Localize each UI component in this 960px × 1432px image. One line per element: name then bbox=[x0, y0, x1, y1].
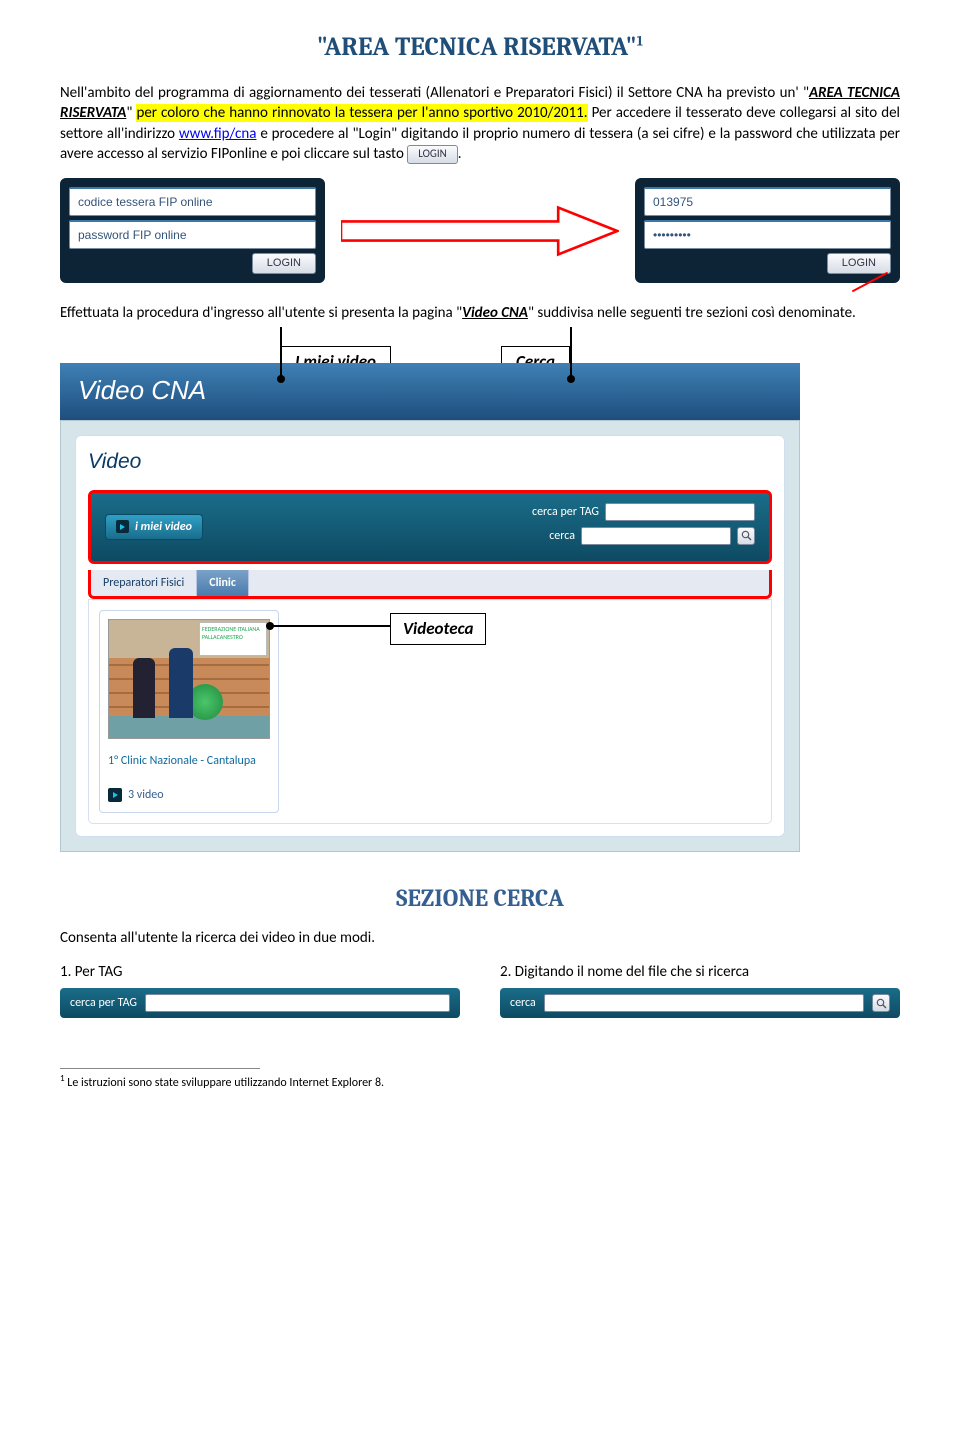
callout-line bbox=[270, 625, 390, 627]
tessera-input[interactable]: codice tessera FIP online bbox=[69, 187, 316, 216]
tessera-input-filled[interactable]: 013975 bbox=[644, 187, 891, 216]
login-examples-row: codice tessera FIP online password FIP o… bbox=[60, 178, 900, 283]
page-title: "AREA TECNICA RISERVATA"1 bbox=[60, 30, 900, 65]
fip-cna-link[interactable]: www.fip/cna bbox=[179, 125, 257, 143]
search-tag-label: cerca per TAG bbox=[532, 504, 599, 520]
cerca-label: cerca bbox=[510, 995, 536, 1011]
footnote-separator bbox=[60, 1068, 260, 1069]
footnote: 1 Le istruzioni sono state sviluppare ut… bbox=[60, 1073, 900, 1091]
intro-paragraph: Nell'ambito del programma di aggiornamen… bbox=[60, 83, 900, 164]
search-input[interactable] bbox=[581, 527, 731, 545]
thumbnail-image: FEDERAZIONE ITALIANA PALLACANESTRO bbox=[108, 619, 270, 739]
videocna-header: Video CNA bbox=[60, 363, 800, 420]
thumbnail-title: 1° Clinic Nazionale - Cantalupa bbox=[108, 753, 270, 769]
video-section-title: Video bbox=[88, 448, 772, 476]
video-toolbar: i miei video cerca per TAG cerca bbox=[88, 490, 772, 564]
tab-preparatori[interactable]: Preparatori Fisici bbox=[91, 570, 197, 596]
login-button[interactable]: LOGIN bbox=[827, 253, 891, 274]
my-videos-button[interactable]: i miei video bbox=[105, 514, 203, 540]
cerca-per-tag-bar: cerca per TAG bbox=[60, 988, 460, 1018]
callout-videoteca: Videoteca bbox=[390, 613, 486, 646]
search-icon[interactable] bbox=[737, 527, 755, 545]
video-count: 3 video bbox=[128, 787, 164, 803]
login-button-inline[interactable]: LOGIN bbox=[407, 145, 457, 164]
callout-line bbox=[280, 327, 282, 379]
cerca-tag-label: cerca per TAG bbox=[70, 995, 137, 1011]
password-input-filled[interactable]: ••••••••• bbox=[644, 220, 891, 249]
sezione-cerca-heading: SEZIONE CERCA bbox=[60, 882, 900, 914]
cerca-tag-input[interactable] bbox=[145, 994, 450, 1012]
callout-line bbox=[570, 327, 572, 379]
red-pointer-line bbox=[852, 272, 888, 293]
option-2: 2. Digitando il nome del file che si ric… bbox=[500, 962, 900, 982]
tab-clinic[interactable]: Clinic bbox=[197, 570, 249, 596]
search-icon[interactable] bbox=[872, 994, 890, 1012]
option-1: 1. Per TAG bbox=[60, 962, 460, 982]
sezione-intro: Consenta all'utente la ricerca dei video… bbox=[60, 928, 900, 948]
login-box-filled: 013975 ••••••••• LOGIN bbox=[635, 178, 900, 283]
play-icon bbox=[116, 520, 129, 533]
play-icon bbox=[108, 788, 122, 802]
paragraph-2: Effettuata la procedura d'ingresso all'u… bbox=[60, 303, 900, 323]
login-box-placeholder: codice tessera FIP online password FIP o… bbox=[60, 178, 325, 283]
search-tag-input[interactable] bbox=[605, 503, 755, 521]
search-label: cerca bbox=[549, 528, 575, 544]
cerca-bar: cerca bbox=[500, 988, 900, 1018]
arrow-icon bbox=[341, 196, 619, 266]
password-input[interactable]: password FIP online bbox=[69, 220, 316, 249]
video-thumbnail-card[interactable]: FEDERAZIONE ITALIANA PALLACANESTRO 1° Cl… bbox=[99, 610, 279, 812]
cerca-input[interactable] bbox=[544, 994, 864, 1012]
video-tabs: Preparatori Fisici Clinic bbox=[88, 570, 772, 599]
login-button[interactable]: LOGIN bbox=[252, 253, 316, 274]
